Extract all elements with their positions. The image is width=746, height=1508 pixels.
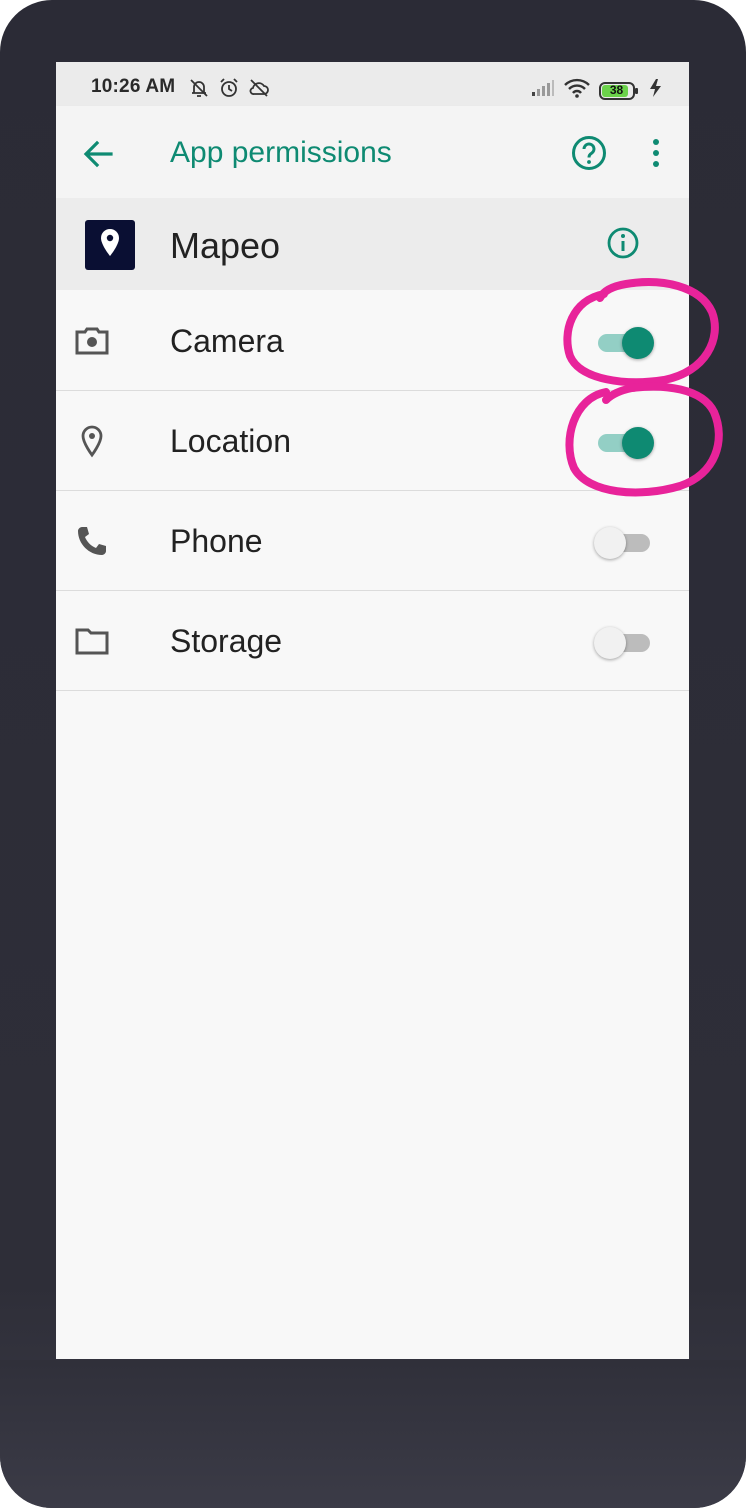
- folder-icon: [75, 624, 109, 658]
- status-icons-left: [188, 77, 270, 104]
- signal-icon: [531, 79, 555, 102]
- battery-level: 38: [609, 82, 624, 97]
- alarm-icon: [218, 77, 240, 104]
- cloud-off-icon: [248, 77, 270, 104]
- permission-row-camera[interactable]: Camera: [56, 290, 689, 391]
- toggle-thumb: [622, 427, 654, 459]
- toggle-thumb: [622, 327, 654, 359]
- bell-off-icon: [188, 77, 210, 104]
- phone-toggle[interactable]: [594, 526, 654, 559]
- permission-row-phone[interactable]: Phone: [56, 490, 689, 591]
- camera-icon: [75, 324, 109, 358]
- phone-icon: [75, 524, 109, 558]
- charging-icon: [647, 78, 665, 103]
- permission-row-storage[interactable]: Storage: [56, 590, 689, 691]
- permission-label: Camera: [170, 323, 284, 359]
- back-arrow-icon[interactable]: [80, 136, 116, 172]
- toggle-thumb: [594, 627, 626, 659]
- phone-bottom-bezel: [0, 1360, 746, 1508]
- status-time: 10:26 AM: [91, 76, 176, 97]
- app-name: Mapeo: [170, 225, 281, 266]
- info-icon[interactable]: [606, 226, 640, 260]
- app-logo: [85, 220, 135, 270]
- help-icon[interactable]: [570, 134, 608, 172]
- screen: 10:26 AM 38 App permissions Mapeo Camera…: [56, 62, 689, 1359]
- page-title: App permissions: [170, 136, 392, 169]
- location-toggle[interactable]: [594, 426, 654, 459]
- permission-label: Storage: [170, 623, 283, 659]
- wifi-icon: [563, 78, 591, 103]
- more-options-icon[interactable]: [646, 134, 666, 172]
- storage-toggle[interactable]: [594, 626, 654, 659]
- status-bar: 10:26 AM 38: [56, 62, 689, 106]
- status-icons-right: 38: [531, 78, 665, 103]
- toggle-thumb: [594, 527, 626, 559]
- location-pin-icon: [75, 424, 109, 458]
- battery-icon: 38: [599, 81, 639, 100]
- permission-row-location[interactable]: Location: [56, 390, 689, 491]
- permission-label: Location: [170, 423, 291, 459]
- camera-toggle[interactable]: [594, 326, 654, 359]
- permission-label: Phone: [170, 523, 263, 559]
- app-header: Mapeo: [56, 198, 689, 290]
- app-bar: App permissions: [56, 106, 689, 198]
